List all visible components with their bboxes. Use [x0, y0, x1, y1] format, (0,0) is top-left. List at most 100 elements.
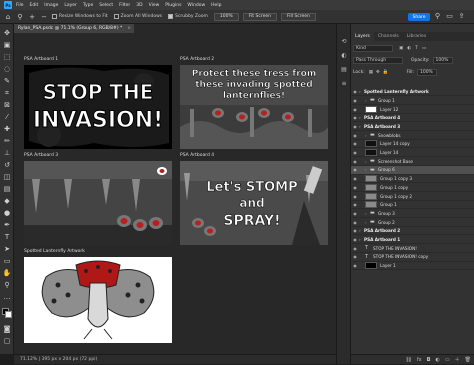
zoom-tool-icon[interactable]: ⚲	[16, 13, 24, 21]
layer-row[interactable]: ◉ Layer 1	[351, 262, 474, 271]
delete-layer-icon[interactable]: 🗑	[465, 357, 471, 363]
menu-filter[interactable]: Filter	[119, 3, 130, 8]
menu-view[interactable]: View	[149, 3, 160, 8]
layer-row[interactable]: ◉ Layer 14 copy	[351, 140, 474, 149]
eraser-tool-icon[interactable]: ◫	[2, 172, 12, 182]
document-tab[interactable]: Rylan_PSA.psdc @ 71.1% (Group 6, RGB/8#)…	[14, 24, 134, 33]
menu-plugins[interactable]: Plugins	[165, 3, 181, 8]
visibility-eye-icon[interactable]: ◉	[351, 115, 359, 120]
layer-row[interactable]: ◉ Layer 14	[351, 149, 474, 158]
layer-row[interactable]: ◉ › ▬ Group 6	[351, 166, 474, 175]
filter-pixel-icon[interactable]: ▣	[399, 46, 403, 51]
zoom-in-icon[interactable]: +	[28, 13, 36, 21]
layer-row[interactable]: ◉ › ▬ Group 2	[351, 219, 474, 227]
menu-type[interactable]: Type	[83, 3, 93, 8]
visibility-eye-icon[interactable]: ◉	[351, 124, 359, 129]
layer-kind-filter[interactable]: Kind	[353, 44, 393, 52]
adjustments-panel-icon[interactable]: ◐	[340, 52, 348, 60]
visibility-eye-icon[interactable]: ◉	[351, 98, 359, 103]
menu-3d[interactable]: 3D	[136, 3, 142, 8]
visibility-eye-icon[interactable]: ◉	[351, 141, 359, 146]
home-icon[interactable]: ⌂	[4, 13, 12, 21]
artboard-1[interactable]: STOP THE INVASION!	[24, 65, 172, 149]
artboard-5[interactable]	[24, 257, 172, 343]
checkbox-box[interactable]	[52, 14, 57, 19]
checkbox-box[interactable]	[113, 14, 119, 19]
layer-row-artboard[interactable]: ◉ › PSA Artboard 2	[351, 227, 474, 236]
layer-row-artboard[interactable]: ◉ › PSA Artboard 3	[351, 123, 474, 132]
menu-layer[interactable]: Layer	[64, 3, 77, 8]
marquee-tool-icon[interactable]: ⬚	[2, 52, 12, 62]
layer-row[interactable]: ◉ Group 1 copy	[351, 183, 474, 192]
artboard-4-label[interactable]: PSA Artboard 4	[180, 153, 214, 158]
add-mask-icon[interactable]: ◘	[427, 357, 431, 363]
quick-select-tool-icon[interactable]: ✎	[2, 76, 12, 86]
visibility-eye-icon[interactable]: ◉	[351, 237, 359, 242]
adjustment-layer-icon[interactable]: ◐	[436, 357, 440, 363]
visibility-eye-icon[interactable]: ◉	[351, 185, 359, 190]
menu-image[interactable]: Image	[44, 3, 58, 8]
path-selection-tool-icon[interactable]: ➤	[2, 244, 12, 254]
search-icon[interactable]: ⚲	[433, 12, 442, 21]
hand-tool-icon[interactable]: ✋	[2, 268, 12, 278]
layer-row-artboard[interactable]: ◉ › Spotted Lanternfly Artwork	[351, 88, 474, 97]
artboard-1-label[interactable]: PSA Artboard 1	[24, 57, 58, 62]
tab-libraries[interactable]: Libraries	[403, 32, 430, 41]
artboard-5-label[interactable]: Spotted Lanternfly Artwork	[24, 249, 85, 254]
visibility-eye-icon[interactable]: ◉	[351, 211, 359, 216]
workspace-icon[interactable]: ▭	[445, 12, 454, 21]
visibility-eye-icon[interactable]: ◉	[351, 263, 359, 268]
visibility-eye-icon[interactable]: ◉	[351, 133, 359, 138]
type-tool-icon[interactable]: T	[2, 232, 12, 242]
visibility-eye-icon[interactable]: ◉	[351, 246, 359, 251]
visibility-eye-icon[interactable]: ◉	[351, 89, 359, 94]
visibility-eye-icon[interactable]: ◉	[351, 194, 359, 199]
properties-panel-icon[interactable]: ≡	[340, 80, 348, 88]
history-panel-icon[interactable]: ⟲	[340, 38, 348, 46]
artboard-4[interactable]: Let's STOMP and SPRAY!	[180, 161, 328, 245]
layer-row[interactable]: ◉ T STOP THE INVASION! copy	[351, 253, 474, 262]
zoom-tool-icon[interactable]: ⚲	[2, 280, 12, 290]
lasso-tool-icon[interactable]: ◌	[2, 64, 12, 74]
zoom-100-button[interactable]: 100%	[213, 12, 239, 21]
screen-mode-icon[interactable]: ▢	[2, 336, 12, 346]
layer-row[interactable]: ◉ › ▬ Screenshot Base	[351, 158, 474, 166]
close-tab-icon[interactable]: ×	[127, 24, 131, 33]
visibility-eye-icon[interactable]: ◉	[351, 254, 359, 259]
layer-row-artboard[interactable]: ◉ › PSA Artboard 1	[351, 236, 474, 245]
layer-row-artboard[interactable]: ◉ › PSA Artboard 4	[351, 114, 474, 123]
menu-file[interactable]: File	[16, 3, 24, 8]
more-tools-icon[interactable]: …	[2, 292, 12, 302]
layer-row[interactable]: ◉ › ▬ Snowblobs	[351, 132, 474, 140]
visibility-eye-icon[interactable]: ◉	[351, 228, 359, 233]
fill-screen-button[interactable]: Fill Screen	[280, 12, 316, 21]
visibility-eye-icon[interactable]: ◉	[351, 202, 359, 207]
frame-tool-icon[interactable]: ⊠	[2, 100, 12, 110]
blur-tool-icon[interactable]: ◆	[2, 196, 12, 206]
layer-row[interactable]: ◉ Group 1	[351, 201, 474, 210]
share-button[interactable]: Share	[408, 13, 430, 21]
filter-adjustment-icon[interactable]: ◐	[407, 46, 411, 51]
eyedropper-tool-icon[interactable]: ⁄	[2, 112, 12, 122]
layer-row[interactable]: ◉ T STOP THE INVASION!	[351, 245, 474, 253]
filter-type-icon[interactable]: T	[415, 46, 418, 51]
new-group-icon[interactable]: ▭	[445, 357, 450, 363]
opacity-field[interactable]: 100%	[432, 56, 453, 64]
menu-help[interactable]: Help	[211, 3, 221, 8]
pen-tool-icon[interactable]: ✒	[2, 220, 12, 230]
layer-row[interactable]: ◉ Layer 12	[351, 105, 474, 114]
artboard-3-label[interactable]: PSA Artboard 3	[24, 153, 58, 158]
menu-window[interactable]: Window	[187, 3, 205, 8]
link-layers-icon[interactable]: ⛓	[405, 357, 411, 363]
lock-pixels-icon[interactable]: ▦	[369, 70, 373, 75]
gradient-tool-icon[interactable]: ▤	[2, 184, 12, 194]
menu-select[interactable]: Select	[99, 3, 113, 8]
zoom-all-windows-checkbox[interactable]: Zoom All Windows	[113, 14, 162, 19]
layer-style-icon[interactable]: fx	[417, 357, 422, 363]
blend-mode-select[interactable]: Pass Through	[353, 56, 403, 64]
crop-tool-icon[interactable]: ⌗	[2, 88, 12, 98]
libraries-panel-icon[interactable]: ▤	[340, 66, 348, 74]
share-arrow-icon[interactable]: ⇪	[457, 12, 466, 21]
lock-all-icon[interactable]: 🔒	[383, 70, 389, 75]
quick-mask-icon[interactable]: ◙	[2, 324, 12, 334]
